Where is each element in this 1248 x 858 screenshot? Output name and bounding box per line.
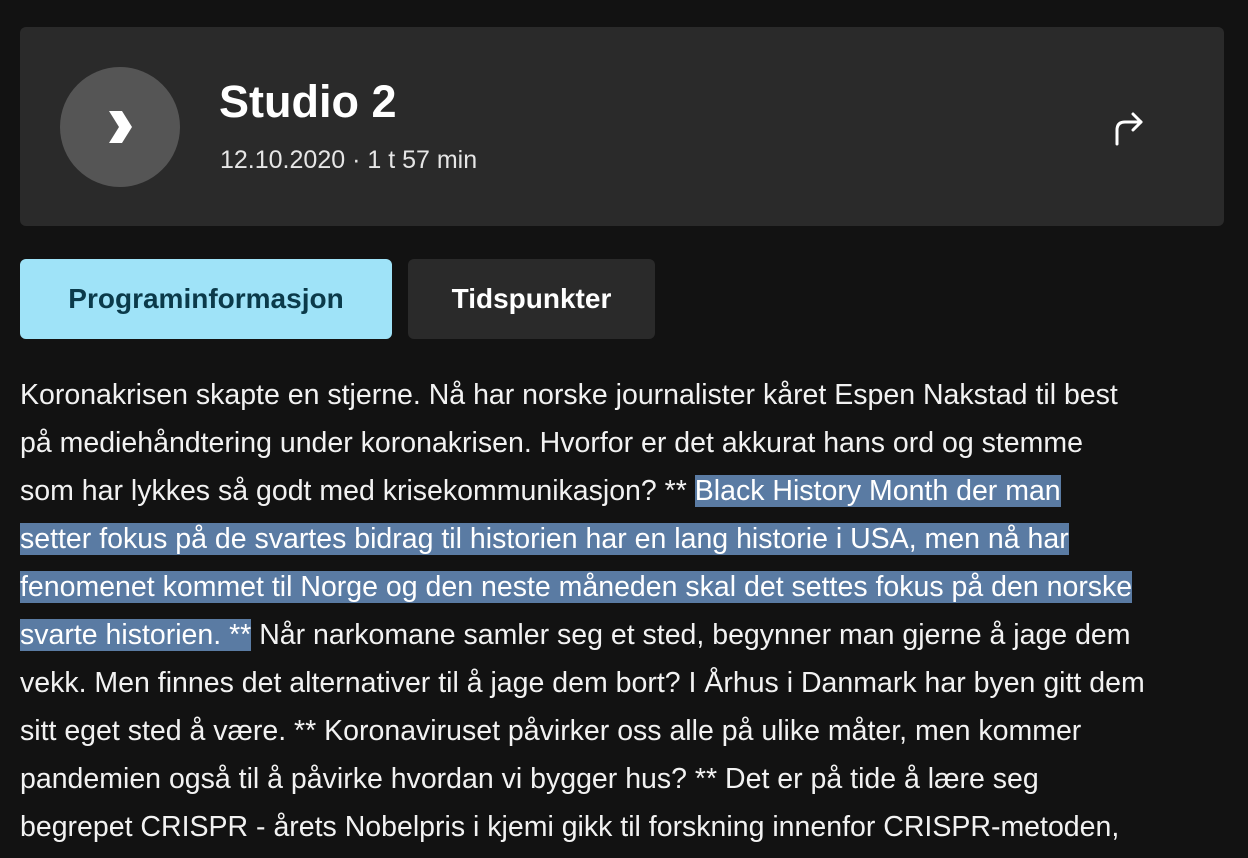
description-line: begrepet CRISPR - årets Nobelpris i kjem…	[20, 811, 1120, 843]
program-header-card: Studio 2 12.10.2020 · 1 t 57 min	[20, 27, 1224, 226]
program-title: Studio 2	[219, 76, 397, 127]
description-line: Koronakrisen skapte en stjerne. Nå har n…	[20, 379, 1118, 411]
selected-text: setter fokus på de svartes bidrag til hi…	[20, 523, 1069, 555]
program-meta: 12.10.2020 · 1 t 57 min	[220, 146, 478, 174]
description-line: sitt eget sted å være. ** Koronaviruset …	[20, 715, 1082, 747]
chevron-right-icon	[109, 111, 132, 143]
description-line: fenomenet kommet til Norge og den neste …	[20, 563, 1228, 611]
tab-programinformasjon[interactable]: Programinformasjon	[20, 259, 392, 339]
play-button[interactable]	[60, 67, 180, 187]
selected-text: svarte historien. **	[20, 619, 252, 651]
description-line: vekk. Men finnes det alternativer til å …	[20, 667, 1145, 699]
description-line: på mediehåndtering under koronakrisen. H…	[20, 427, 1083, 459]
selected-text: fenomenet kommet til Norge og den neste …	[20, 571, 1133, 603]
tab-tidspunkter[interactable]: Tidspunkter	[408, 259, 655, 339]
program-description: Koronakrisen skapte en stjerne. Nå har n…	[20, 371, 1228, 851]
selected-text: Black History Month der man	[694, 475, 1061, 507]
share-button[interactable]	[1108, 107, 1150, 149]
share-arrow-icon	[1115, 112, 1143, 146]
description-line: pandemien også til å påvirke hvordan vi …	[20, 763, 1039, 795]
description-line: svarte historien. ** Når narkomane samle…	[20, 619, 1131, 651]
description-line: som har lykkes så godt med krisekommunik…	[20, 475, 1061, 507]
description-line: setter fokus på de svartes bidrag til hi…	[20, 515, 1228, 563]
